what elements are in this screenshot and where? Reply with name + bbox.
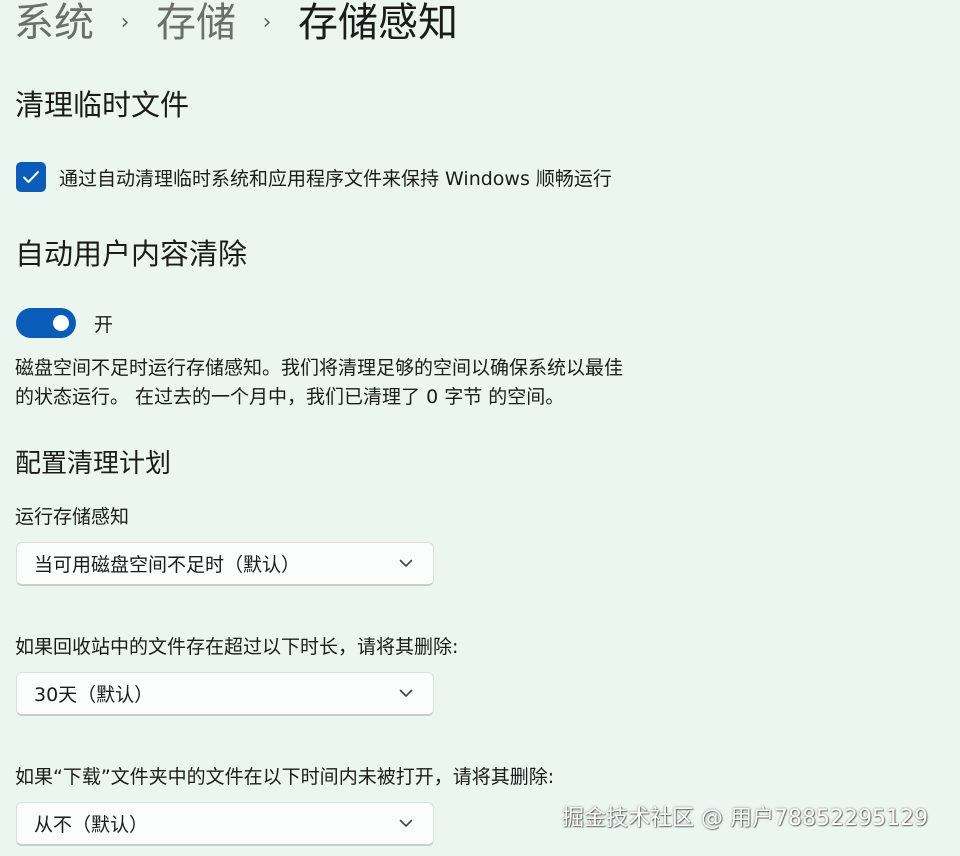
toggle-knob [53,315,69,331]
page-title: 存储感知 [298,0,458,46]
chevron-down-icon [399,817,413,831]
temp-files-checkbox-row[interactable]: 通过自动清理临时系统和应用程序文件来保持 Windows 顺畅运行 [16,161,612,193]
breadcrumb-item-system[interactable]: 系统 [14,0,94,48]
recycle-bin-dropdown[interactable]: 30天（默认） [16,672,434,716]
temp-files-checkbox-label: 通过自动清理临时系统和应用程序文件来保持 Windows 顺畅运行 [59,167,612,190]
chevron-down-icon [399,687,413,701]
description-line-2: 的状态运行。 在过去的一个月中，我们已清理了 0 字节 的空间。 [15,386,565,408]
auto-cleanup-toggle[interactable] [16,308,76,338]
run-storage-sense-dropdown[interactable]: 当可用磁盘空间不足时（默认） [16,542,434,586]
chevron-down-icon [399,557,413,571]
watermark: 掘金技术社区 @ 用户78852295129 [562,806,928,831]
auto-cleanup-description: 磁盘空间不足时运行存储感知。我们将清理足够的空间以确保系统以最佳 的状态运行。 … [15,354,705,412]
section-title-auto-cleanup: 自动用户内容清除 [15,237,248,271]
chevron-right-icon: › [120,10,130,35]
downloads-dropdown[interactable]: 从不（默认） [16,802,434,846]
temp-files-checkbox[interactable] [16,162,46,192]
breadcrumb-item-storage[interactable]: 存储 [156,0,236,48]
auto-cleanup-toggle-row: 开 [16,307,113,339]
dropdown-value: 从不（默认） [34,814,149,836]
chevron-right-icon: › [262,10,272,35]
section-title-temp-files: 清理临时文件 [15,88,190,122]
breadcrumb: 系统 › 存储 › 存储感知 [14,0,458,48]
dropdown-value: 30天（默认） [34,684,154,706]
run-storage-sense-label: 运行存储感知 [15,506,130,528]
dropdown-value: 当可用磁盘空间不足时（默认） [34,554,301,576]
description-line-1: 磁盘空间不足时运行存储感知。我们将清理足够的空间以确保系统以最佳 [15,357,624,379]
section-title-schedule: 配置清理计划 [15,449,172,479]
downloads-label: 如果“下载”文件夹中的文件在以下时间内未被打开，请将其删除: [15,766,555,788]
recycle-bin-label: 如果回收站中的文件存在超过以下时长，请将其删除: [15,636,459,658]
toggle-state-label: 开 [94,313,114,336]
checkmark-icon [23,171,39,183]
